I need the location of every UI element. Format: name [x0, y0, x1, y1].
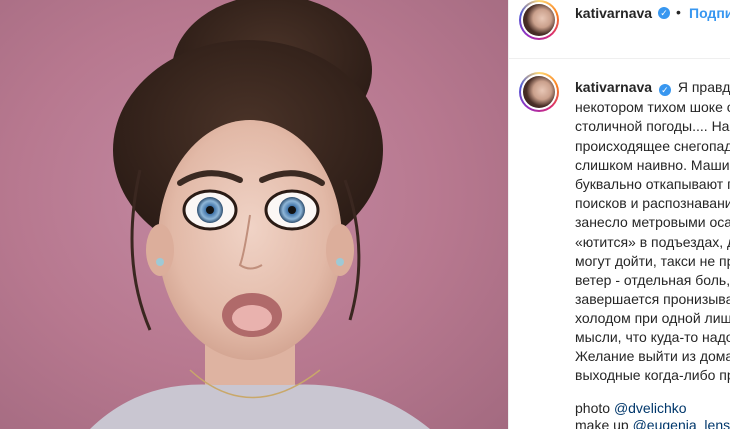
follow-button[interactable]: Подписаться: [689, 5, 730, 21]
caption-line: ветер - отдельная боль, день: [575, 272, 730, 288]
caption-line: столичной погоды.... Наверное,: [575, 118, 730, 134]
post-photo[interactable]: [0, 0, 508, 429]
verified-badge-icon: ✓: [658, 84, 671, 96]
credit-photo: photo @dvelichko: [575, 399, 687, 417]
caption-line: буквально откапывают после: [575, 176, 730, 192]
caption-line: «ютится» в подъездах, дома не: [575, 234, 730, 250]
post-panel: kativarnava ✓ • Подписаться kativarnava …: [508, 0, 730, 429]
credit-prefix: photo: [575, 400, 614, 416]
caption-line: завершается пронизывающим: [575, 291, 730, 307]
credit-handle-link[interactable]: @dvelichko: [614, 400, 687, 416]
caption-avatar[interactable]: [519, 72, 559, 112]
avatar[interactable]: [519, 0, 559, 40]
verified-badge-icon: ✓: [658, 7, 670, 19]
caption-line: происходящее снегопадом назвать: [575, 138, 730, 154]
caption-line: поисков и распознавания, дороги: [575, 195, 730, 211]
header-username[interactable]: kativarnava: [575, 5, 652, 21]
credit-prefix: make up: [575, 417, 633, 429]
caption-line: холодом при одной лишь: [575, 310, 730, 326]
post-header: kativarnava ✓ • Подписаться: [509, 0, 730, 59]
caption-line: занесло метровыми осадками, люди: [575, 214, 730, 230]
caption-line: kativarnava ✓ Я правда пребываю в: [575, 78, 730, 96]
caption-text: Я правда пребываю в: [677, 79, 730, 95]
caption-line: мысли, что куда-то надо идти.: [575, 329, 730, 345]
caption-line: некотором тихом шоке от: [575, 99, 730, 115]
caption-line: слишком наивно. Машины: [575, 157, 730, 173]
credit-makeup: make up @eugenia_lenskaya: [575, 416, 730, 429]
credit-handle-link[interactable]: @eugenia_lenskaya: [633, 417, 730, 429]
portrait-image: [90, 0, 430, 429]
separator-dot: •: [676, 4, 681, 20]
caption-line: Желание выйти из дома на: [575, 348, 730, 364]
caption-username[interactable]: kativarnava: [575, 79, 652, 95]
caption-line: могут дойти, такси не приезжают,: [575, 253, 730, 269]
caption-line: выходные когда-либо пропало.: [575, 367, 730, 383]
